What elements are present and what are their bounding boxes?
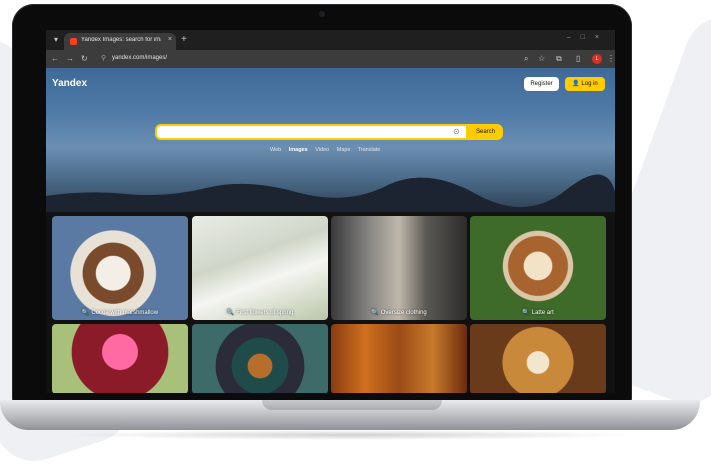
profile-avatar[interactable]: L (592, 54, 602, 64)
tab-strip: ▾ Yandex Images: search for ima... × + –… (46, 30, 615, 50)
tile-caption: 🔍 Oversize clothing (371, 310, 427, 316)
laptop-lid: ▾ Yandex Images: search for ima... × + –… (12, 4, 632, 404)
webcam (319, 11, 325, 17)
search-icon: 🔍 (226, 310, 235, 316)
register-button[interactable]: Register (524, 77, 559, 91)
address-bar[interactable]: ⚲ yandex.com/images/ (98, 52, 518, 66)
tile-caption: 🔍 First flowers of spring (226, 310, 294, 316)
hero-banner: Yandex Register 👤 Log in ⊙ Search Web Im… (46, 68, 615, 212)
tile-oversize[interactable]: 🔍 Oversize clothing (331, 216, 467, 320)
service-images[interactable]: Images (289, 147, 308, 153)
services-nav: Web Images Video Maps Translate (270, 147, 386, 153)
tab-search-icon[interactable]: ▾ (50, 34, 62, 46)
service-web[interactable]: Web (270, 147, 281, 153)
user-icon: 👤 (572, 81, 580, 87)
search-icon: 🔍 (81, 310, 90, 316)
tile-fractal[interactable] (192, 324, 328, 393)
tile-autumn[interactable] (331, 324, 467, 393)
site-info-icon[interactable]: ⚲ (101, 54, 106, 62)
search-icon[interactable]: ⌕ (524, 53, 528, 65)
tile-jam[interactable] (52, 324, 188, 393)
reload-icon[interactable]: ↻ (81, 53, 88, 65)
yandex-logo[interactable]: Yandex (52, 78, 87, 89)
new-tab-button[interactable]: + (181, 34, 187, 45)
extensions-icon[interactable]: ⧉ (556, 53, 562, 65)
search-button[interactable]: Search (470, 126, 501, 138)
service-translate[interactable]: Translate (358, 147, 381, 153)
service-video[interactable]: Video (315, 147, 329, 153)
laptop-screen: ▾ Yandex Images: search for ima... × + –… (46, 30, 615, 393)
browser-tab[interactable]: Yandex Images: search for ima... × (64, 33, 176, 50)
star-icon[interactable]: ☆ (538, 53, 545, 65)
search-icon: 🔍 (522, 310, 530, 316)
forward-arrow-icon[interactable]: → (66, 53, 74, 65)
search-icon: 🔍 (371, 310, 379, 316)
tile-caption: 🔍 Latte art (522, 310, 554, 316)
menu-icon[interactable]: ⋮ (607, 53, 615, 65)
laptop-notch (262, 400, 442, 410)
back-arrow-icon[interactable]: ← (51, 53, 59, 65)
laptop-shadow (60, 430, 640, 440)
image-grid: 🔍 Cocoa with marshmallow 🔍 First flowers o… (52, 216, 609, 393)
sidebar-icon[interactable]: ▯ (576, 53, 580, 65)
search-input[interactable] (157, 126, 466, 138)
mountain-silhouette (46, 174, 615, 212)
camera-search-icon[interactable]: ⊙ (453, 127, 460, 137)
tile-caption: 🔍 Cocoa with marshmallow (81, 310, 159, 316)
window-controls[interactable]: –□× (567, 34, 609, 41)
login-label: Log in (581, 81, 598, 87)
search-box: ⊙ Search (155, 124, 503, 140)
service-maps[interactable]: Maps (337, 147, 350, 153)
tile-cheetah[interactable] (470, 324, 606, 393)
yandex-favicon-icon (70, 38, 77, 45)
tab-title: Yandex Images: search for ima... (81, 37, 161, 43)
tile-latte[interactable]: 🔍 Latte art (470, 216, 606, 320)
yandex-images-page: Yandex Register 👤 Log in ⊙ Search Web Im… (46, 68, 615, 393)
tile-snowdrops[interactable]: 🔍 First flowers of spring (192, 216, 328, 320)
browser-toolbar: ← → ↻ ⚲ yandex.com/images/ ⌕ ☆ ⧉ ▯ L ⋮ (46, 50, 615, 68)
login-button[interactable]: 👤 Log in (565, 77, 605, 91)
tile-cocoa[interactable]: 🔍 Cocoa with marshmallow (52, 216, 188, 320)
url-text[interactable]: yandex.com/images/ (112, 55, 167, 61)
close-tab-icon[interactable]: × (168, 36, 172, 43)
